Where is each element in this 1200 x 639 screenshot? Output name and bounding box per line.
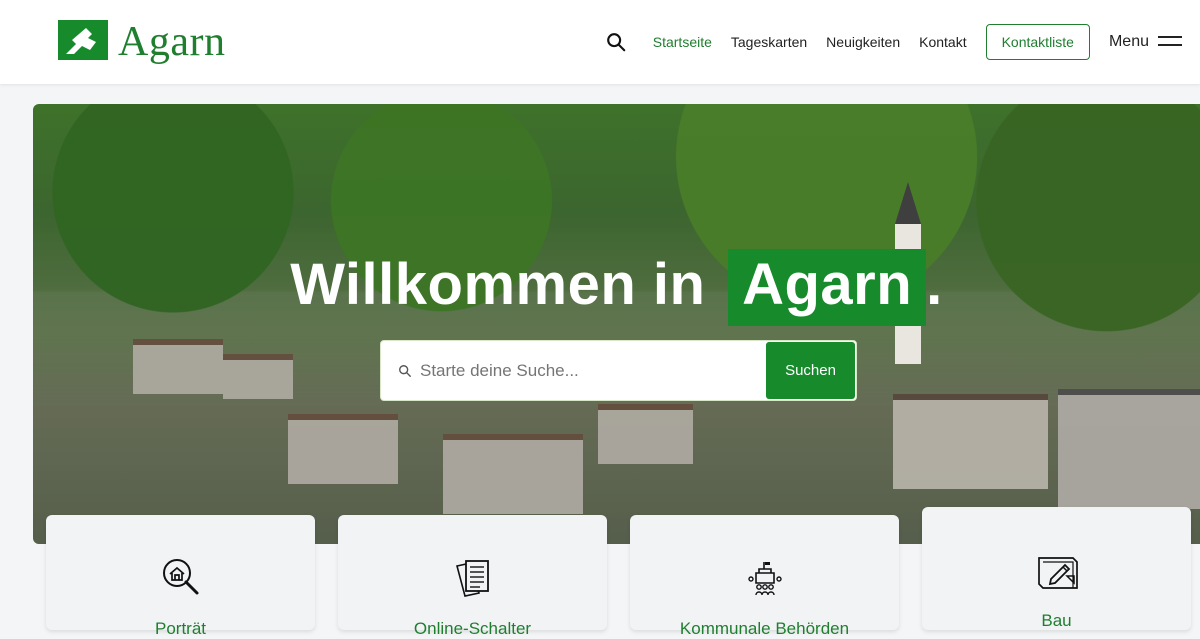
- hero-building: [288, 414, 398, 484]
- nav-kontakt[interactable]: Kontakt: [919, 34, 966, 50]
- main-navigation: Startseite Tageskarten Neuigkeiten Konta…: [605, 24, 1182, 60]
- card-portraet[interactable]: Porträt: [46, 515, 315, 638]
- hero-building: [443, 434, 583, 514]
- card-bau[interactable]: Bau: [922, 507, 1191, 630]
- menu-button[interactable]: Menu: [1109, 33, 1182, 51]
- card-label: Online-Schalter: [413, 619, 532, 638]
- documents-icon: [455, 560, 489, 597]
- card-label: Porträt: [154, 619, 207, 638]
- hero-building: [893, 394, 1048, 489]
- card-online-schalter[interactable]: Online-Schalter: [338, 515, 607, 638]
- hamburger-icon: [1158, 35, 1182, 49]
- hero-building: [223, 354, 293, 399]
- hero-building: [133, 339, 223, 394]
- site-header: Agarn Startseite Tageskarten Neuigkeiten…: [0, 0, 1200, 84]
- quick-links: Porträt Online-Schalter Kommunale Behörd…: [46, 507, 1200, 638]
- hero-search-button[interactable]: Suchen: [766, 342, 855, 399]
- blueprint-pencil-icon: [1037, 557, 1078, 589]
- search-icon[interactable]: [605, 31, 627, 53]
- hero-title-highlight: Agarn: [728, 249, 927, 326]
- nav-tageskarten[interactable]: Tageskarten: [731, 34, 807, 50]
- house-search-icon: [162, 559, 198, 595]
- hero-search-bar: Suchen: [380, 340, 857, 401]
- card-kommunale-behoerden[interactable]: Kommunale Behörden: [630, 515, 899, 638]
- hero-title: Willkommen in Agarn.: [33, 249, 1200, 326]
- search-icon: [399, 364, 411, 377]
- logo-text: Agarn: [118, 19, 226, 65]
- hero-title-prefix: Willkommen in: [290, 252, 706, 317]
- logo-mark-icon: [58, 20, 108, 60]
- card-label: Kommunale Behörden: [679, 619, 850, 638]
- hero-building: [598, 404, 693, 464]
- site-logo[interactable]: Agarn: [58, 19, 226, 66]
- menu-label: Menu: [1108, 33, 1149, 50]
- nav-startseite[interactable]: Startseite: [653, 34, 712, 50]
- contact-list-button[interactable]: Kontaktliste: [985, 24, 1090, 60]
- hero-building: [1058, 389, 1200, 509]
- town-hall-people-icon: [747, 562, 782, 596]
- card-label: Bau: [1041, 611, 1072, 630]
- hero-title-suffix: .: [926, 252, 943, 317]
- nav-neuigkeiten[interactable]: Neuigkeiten: [826, 34, 900, 50]
- hero-section: Willkommen in Agarn. Suchen: [33, 104, 1200, 544]
